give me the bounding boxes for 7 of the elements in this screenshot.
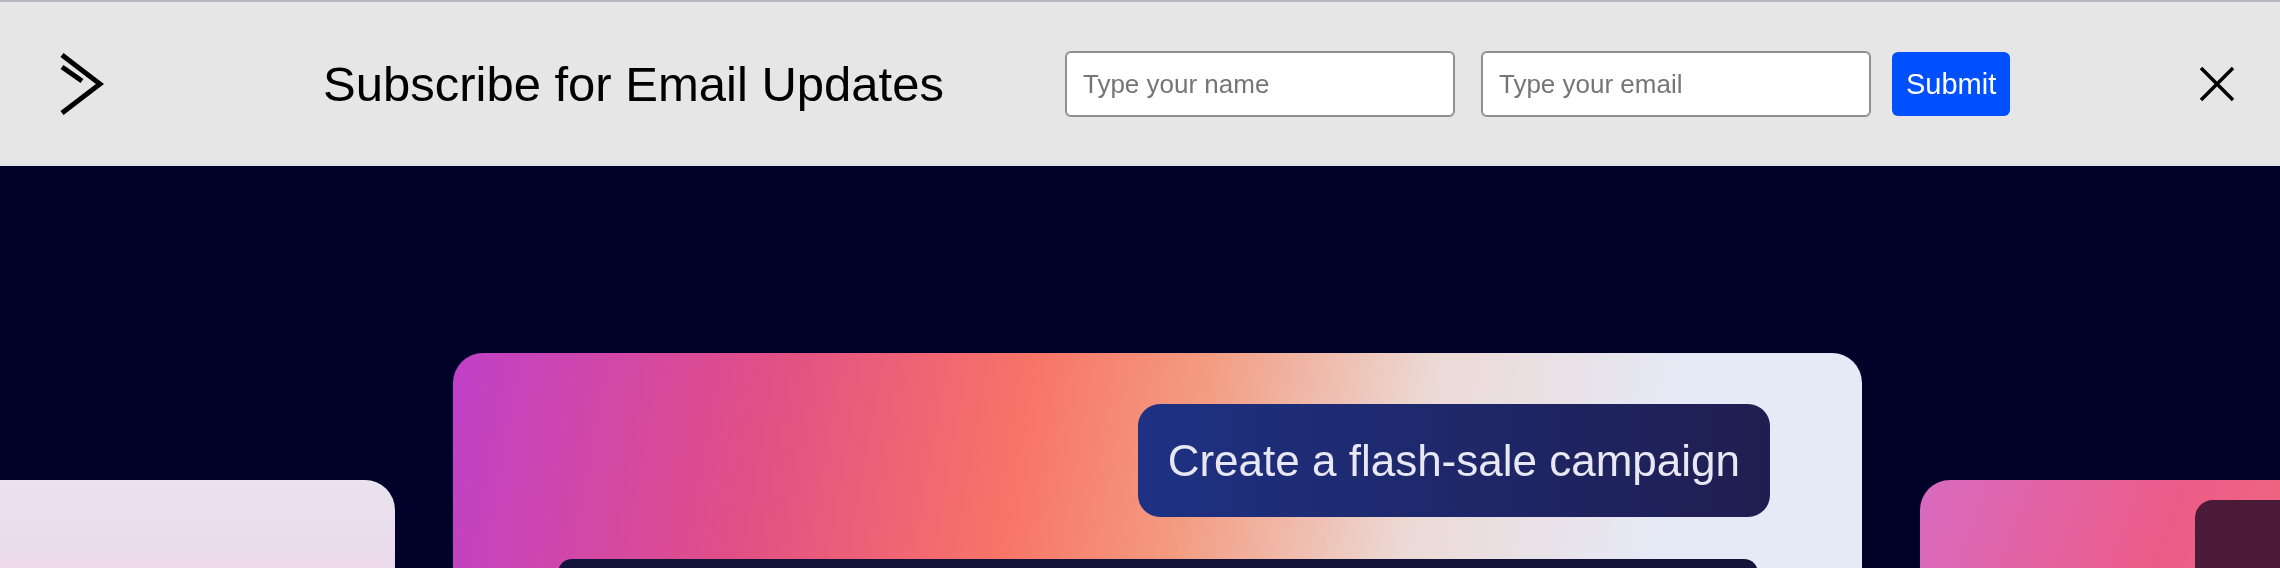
- close-icon[interactable]: [2199, 66, 2235, 102]
- logo-icon: [60, 53, 104, 115]
- submit-button[interactable]: Submit: [1891, 52, 2011, 116]
- name-input-field[interactable]: Type your name: [1064, 51, 1455, 117]
- email-input-field[interactable]: Type your email: [1480, 51, 1871, 117]
- prompt-chip[interactable]: Create a flash-sale campaign: [1137, 404, 1770, 517]
- banner-title: Subscribe for Email Updates: [323, 56, 944, 112]
